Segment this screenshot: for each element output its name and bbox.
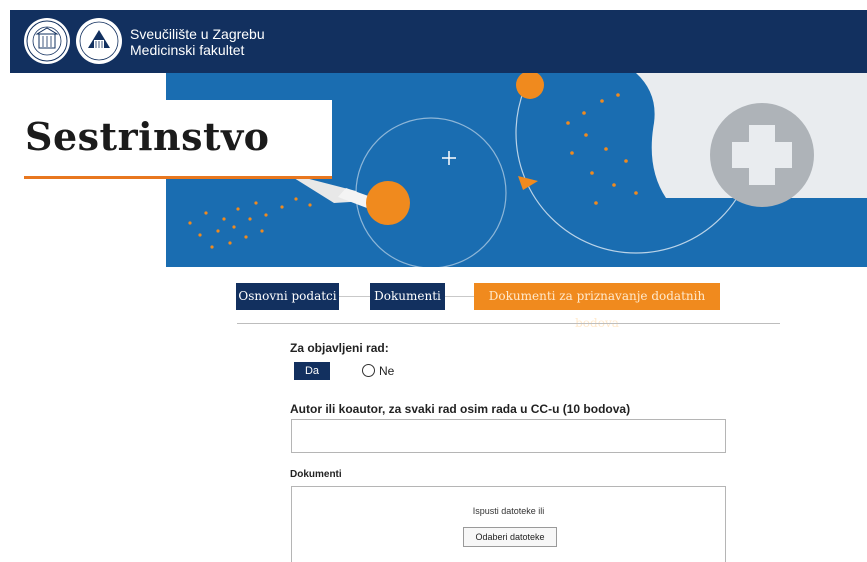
page-title-box: Sestrinstvo: [10, 100, 332, 178]
step-dodatni-bodovi[interactable]: Dokumenti za priznavanje dodatnih bodova: [474, 283, 720, 330]
author-input[interactable]: [291, 419, 726, 453]
university-line-2: Medicinski fakultet: [130, 42, 245, 58]
page-title: Sestrinstvo: [25, 114, 270, 159]
university-line-1: Sveučilište u Zagrebu: [130, 26, 265, 42]
section-divider: [237, 323, 780, 324]
choose-files-button[interactable]: Odaberi datoteke: [463, 527, 557, 547]
title-underline: [24, 176, 332, 179]
yes-option-button[interactable]: Da: [294, 362, 330, 380]
documents-label: Dokumenti: [290, 469, 342, 480]
dropzone-hint: Ispusti datoteke ili: [472, 506, 545, 516]
step-connector: [445, 296, 474, 297]
university-seal-icon[interactable]: [22, 16, 72, 66]
step-connector: [339, 296, 370, 297]
published-paper-label: Za objavljeni rad:: [290, 341, 389, 355]
step-osnovni-podatci[interactable]: Osnovni podatci: [236, 283, 339, 310]
step-dokumenti[interactable]: Dokumenti: [370, 283, 445, 310]
university-name[interactable]: Sveučilište u Zagrebu Medicinski fakulte…: [130, 26, 265, 58]
file-dropzone[interactable]: Ispusti datoteke ili Odaberi datoteke: [291, 486, 726, 562]
site-header: Sveučilište u Zagrebu Medicinski fakulte…: [10, 10, 867, 73]
faculty-seal-icon[interactable]: [74, 16, 124, 66]
author-field-label: Autor ili koautor, za svaki rad osim rad…: [290, 402, 631, 416]
no-radio-label[interactable]: Ne: [379, 364, 394, 378]
no-radio-button[interactable]: [362, 364, 375, 377]
